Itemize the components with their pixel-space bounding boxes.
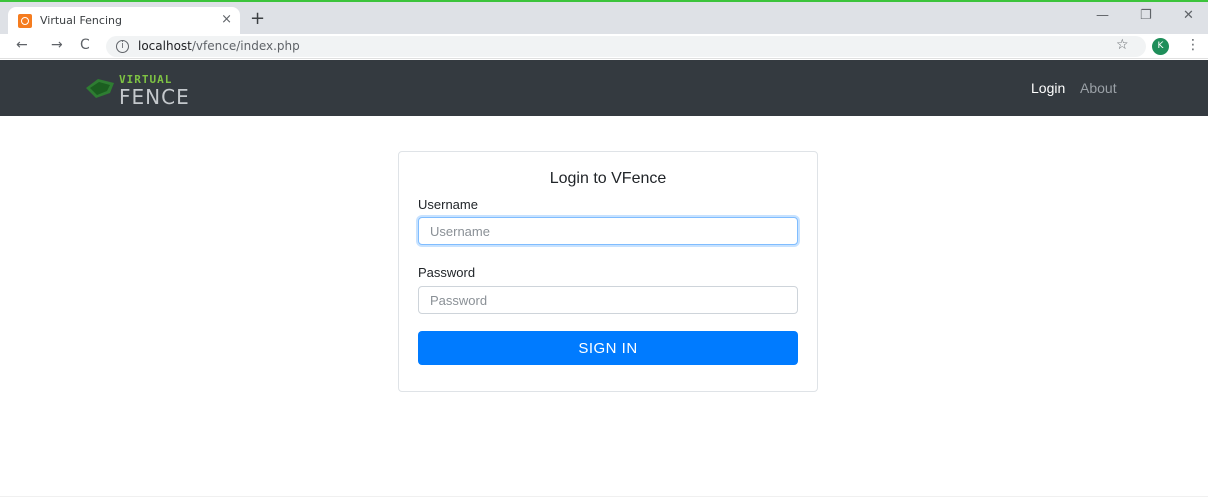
username-input[interactable] — [418, 217, 798, 245]
forward-icon[interactable]: → — [51, 37, 63, 53]
page-divider — [0, 496, 1208, 497]
nav-link-about[interactable]: About — [1080, 80, 1117, 96]
nav-link-login[interactable]: Login — [1031, 80, 1065, 96]
back-icon[interactable]: ← — [16, 37, 28, 53]
restore-icon[interactable]: ❐ — [1140, 8, 1152, 23]
password-label: Password — [418, 265, 476, 280]
menu-icon[interactable]: ⋮ — [1186, 37, 1200, 53]
address-bar[interactable]: i localhost/vfence/index.php — [106, 36, 1146, 57]
sign-in-button[interactable]: SIGN IN — [418, 331, 798, 365]
site-navbar: VIRTUAL FENCE Login About — [0, 60, 1208, 116]
url-path: /vfence/index.php — [191, 39, 300, 53]
info-icon[interactable]: i — [116, 40, 129, 53]
new-tab-button[interactable]: + — [250, 8, 265, 29]
password-input[interactable] — [418, 286, 798, 314]
reload-icon[interactable]: C — [80, 37, 90, 53]
tab-close-icon[interactable]: × — [221, 12, 232, 27]
logo-text-bottom: FENCE — [119, 85, 190, 109]
login-title: Login to VFence — [549, 170, 667, 187]
browser-window: Virtual Fencing × + — ❐ ✕ ← → C i localh… — [0, 0, 1208, 501]
tab-virtual-fencing[interactable]: Virtual Fencing × — [8, 7, 240, 36]
fence-logo-icon — [86, 79, 114, 98]
url-text: localhost/vfence/index.php — [138, 39, 300, 53]
url-host: localhost — [138, 39, 192, 53]
login-card: Login to VFence Username Password SIGN I… — [398, 151, 818, 392]
tab-title: Virtual Fencing — [40, 14, 122, 27]
vfence-logo[interactable]: VIRTUAL FENCE — [84, 71, 234, 109]
minimize-icon[interactable]: — — [1096, 8, 1109, 23]
username-label: Username — [418, 197, 478, 212]
favicon-icon — [18, 14, 32, 28]
tab-strip: Virtual Fencing × + — ❐ ✕ — [0, 0, 1208, 36]
avatar[interactable]: K — [1152, 38, 1169, 55]
close-window-icon[interactable]: ✕ — [1183, 8, 1194, 23]
browser-toolbar: ← → C i localhost/vfence/index.php ☆ K ⋮ — [0, 34, 1208, 59]
star-icon[interactable]: ☆ — [1116, 37, 1129, 53]
